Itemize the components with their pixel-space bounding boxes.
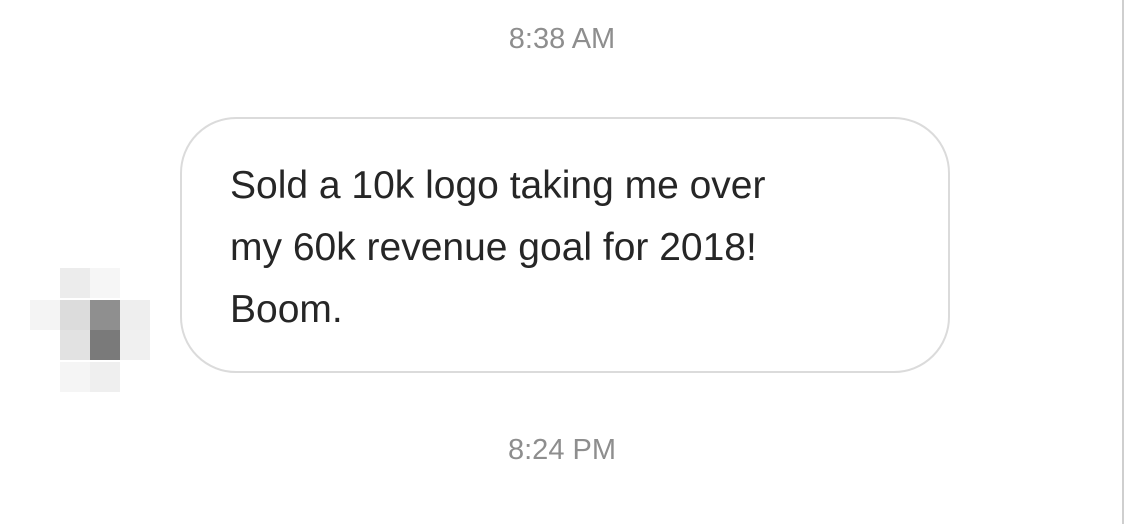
avatar-pixel (60, 268, 90, 298)
timestamp-top: 8:38 AM (508, 23, 616, 55)
avatar-pixel (120, 300, 150, 330)
avatar-pixel (90, 362, 120, 392)
avatar-pixel (60, 362, 90, 392)
avatar-pixel (60, 300, 90, 330)
message-text: Sold a 10k logo taking me over my 60k re… (230, 164, 766, 331)
timestamp-bottom: 8:24 PM (508, 434, 616, 466)
avatar-pixel (30, 300, 60, 330)
avatar-pixel (120, 330, 150, 360)
avatar-pixel (90, 330, 120, 360)
message-bubble[interactable]: Sold a 10k logo taking me over my 60k re… (180, 117, 950, 373)
avatar-pixel (90, 268, 120, 298)
avatar-pixel (60, 330, 90, 360)
avatar[interactable] (30, 268, 150, 394)
avatar-pixel (90, 300, 120, 330)
